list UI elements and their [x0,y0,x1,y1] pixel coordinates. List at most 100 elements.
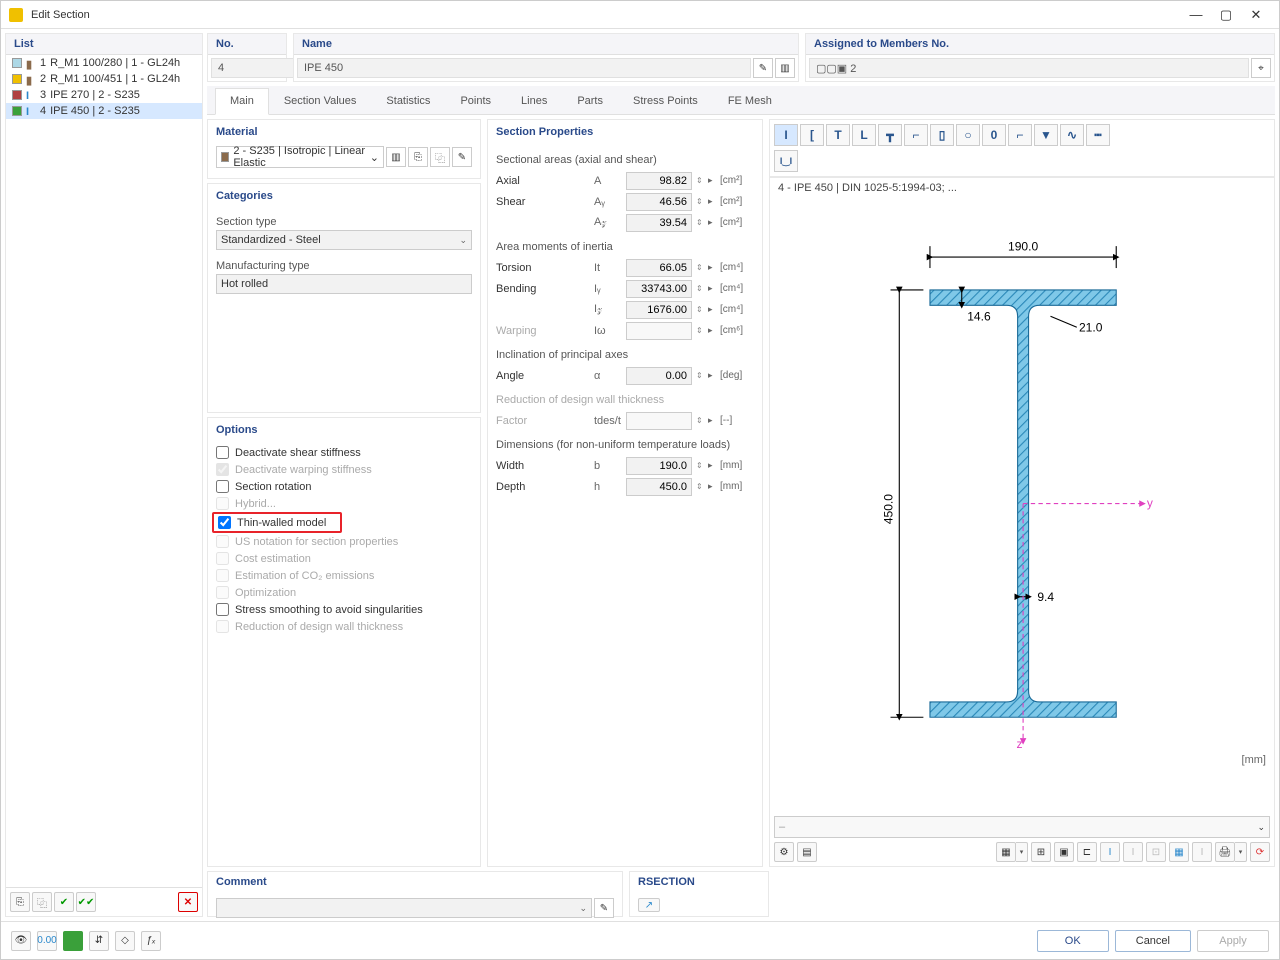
assigned-input[interactable] [809,58,1249,78]
tab-main[interactable]: Main [215,88,269,115]
option-row[interactable]: Section rotation [216,478,472,495]
list-new-button[interactable]: ⎘ [10,892,30,912]
shape-tee2-button[interactable]: ┳ [878,124,902,146]
close-button[interactable]: ✕ [1241,5,1271,25]
preview-footer-combo[interactable]: –⌄ [774,816,1270,838]
name-library-button[interactable]: ▥ [775,58,795,78]
property-input[interactable] [626,301,692,319]
status-info-button[interactable]: ◇ [115,931,135,951]
property-input[interactable] [626,280,692,298]
status-help-button[interactable]: 👁 [11,931,31,951]
option-checkbox[interactable] [216,446,229,459]
shape-double-i-button[interactable]: I‿I [774,150,798,172]
comment-edit-button[interactable]: ✎ [594,898,614,918]
shape-c-button[interactable]: [ [800,124,824,146]
tab-lines[interactable]: Lines [506,88,562,114]
property-go-icon[interactable]: ▸ [708,196,716,207]
material-edit-button[interactable]: ✎ [452,147,472,167]
preview-btn-7[interactable]: I [1100,842,1120,862]
preview-btn-6[interactable]: ⊏ [1077,842,1097,862]
shape-z-button[interactable]: ⌐ [904,124,928,146]
tab-fe-mesh[interactable]: FE Mesh [713,88,787,114]
shape-rect-button[interactable]: ⌐ [1008,124,1032,146]
list-item[interactable]: I3 IPE 270 | 2 - S235 [6,87,202,103]
property-go-icon[interactable]: ▸ [708,460,716,471]
property-input[interactable] [626,214,692,232]
material-new-button[interactable]: ⎘ [408,147,428,167]
status-calc-button[interactable]: 0.00 [37,931,57,951]
shape-more-button[interactable]: ┅ [1086,124,1110,146]
preview-btn-8[interactable]: I [1123,842,1143,862]
preview-btn-13[interactable]: ⟳ [1250,842,1270,862]
material-library-button[interactable]: ▥ [386,147,406,167]
property-input[interactable] [626,259,692,277]
preview-btn-5[interactable]: ▣ [1054,842,1074,862]
shape-pipe-button[interactable]: ○ [956,124,980,146]
list-item[interactable]: ▮1 R_M1 100/280 | 1 - GL24h [6,55,202,71]
shape-t-button[interactable]: T [826,124,850,146]
assigned-pick-button[interactable]: ⌖ [1251,58,1271,78]
comment-combo[interactable]: ⌄ [216,898,592,918]
material-combo[interactable]: 2 - S235 | Isotropic | Linear Elastic ⌄ [216,146,384,168]
apply-button[interactable]: Apply [1197,930,1269,952]
shape-wave-button[interactable]: ∿ [1060,124,1084,146]
property-go-icon[interactable]: ▸ [708,325,716,336]
option-checkbox[interactable] [216,603,229,616]
property-input[interactable] [626,478,692,496]
property-go-icon[interactable]: ▸ [708,304,716,315]
option-row[interactable]: Stress smoothing to avoid singularities [216,601,472,618]
tab-stress-points[interactable]: Stress Points [618,88,713,114]
cancel-button[interactable]: Cancel [1115,930,1191,952]
rsection-launch-button[interactable]: ↗ [638,898,660,912]
tab-points[interactable]: Points [445,88,506,114]
property-input[interactable] [626,172,692,190]
preview-btn-4[interactable]: ⊞ [1031,842,1051,862]
option-checkbox[interactable] [218,516,231,529]
option-row[interactable]: Thin-walled model [216,512,472,533]
property-go-icon[interactable]: ▸ [708,283,716,294]
list-check-button[interactable]: ✔ [54,892,74,912]
preview-btn-3[interactable]: ▦ [996,842,1016,862]
list-item[interactable]: I4 IPE 450 | 2 - S235 [6,103,202,119]
property-go-icon[interactable]: ▸ [708,262,716,273]
preview-btn-9[interactable]: ⊡ [1146,842,1166,862]
tab-statistics[interactable]: Statistics [371,88,445,114]
shape-box-button[interactable]: ▯ [930,124,954,146]
shape-l-button[interactable]: L [852,124,876,146]
status-color-button[interactable] [63,931,83,951]
ok-button[interactable]: OK [1037,930,1109,952]
property-input[interactable] [626,367,692,385]
property-go-icon[interactable]: ▸ [708,415,716,426]
property-input[interactable] [626,193,692,211]
option-row[interactable]: Deactivate shear stiffness [216,444,472,461]
status-tree-button[interactable]: ⇵ [89,931,109,951]
option-row: Reduction of design wall thickness [216,618,472,635]
minimize-button[interactable]: — [1181,5,1211,25]
section-type-combo[interactable]: Standardized - Steel⌄ [216,230,472,250]
list-copy-button[interactable]: ⿻ [32,892,52,912]
shape-double-button[interactable]: ▼ [1034,124,1058,146]
shape-i-button[interactable]: I [774,124,798,146]
list-delete-button[interactable]: ✕ [178,892,198,912]
preview-btn-10[interactable]: ▦ [1169,842,1189,862]
list-check2-button[interactable]: ✔✔ [76,892,96,912]
option-checkbox[interactable] [216,480,229,493]
shape-solid-button[interactable]: 0 [982,124,1006,146]
maximize-button[interactable]: ▢ [1211,5,1241,25]
preview-btn-12[interactable]: 🖨 [1215,842,1235,862]
name-edit-button[interactable]: ✎ [753,58,773,78]
list-item[interactable]: ▮2 R_M1 100/451 | 1 - GL24h [6,71,202,87]
property-go-icon[interactable]: ▸ [708,370,716,381]
status-fx-button[interactable]: ƒₓ [141,931,161,951]
preview-btn-2[interactable]: ▤ [797,842,817,862]
property-go-icon[interactable]: ▸ [708,481,716,492]
property-go-icon[interactable]: ▸ [708,217,716,228]
preview-btn-1[interactable]: ⚙ [774,842,794,862]
tab-section-values[interactable]: Section Values [269,88,372,114]
name-input[interactable] [297,58,751,78]
property-go-icon[interactable]: ▸ [708,175,716,186]
property-input[interactable] [626,457,692,475]
tab-parts[interactable]: Parts [562,88,618,114]
material-copy-button[interactable]: ⿻ [430,147,450,167]
preview-btn-11[interactable]: I [1192,842,1212,862]
